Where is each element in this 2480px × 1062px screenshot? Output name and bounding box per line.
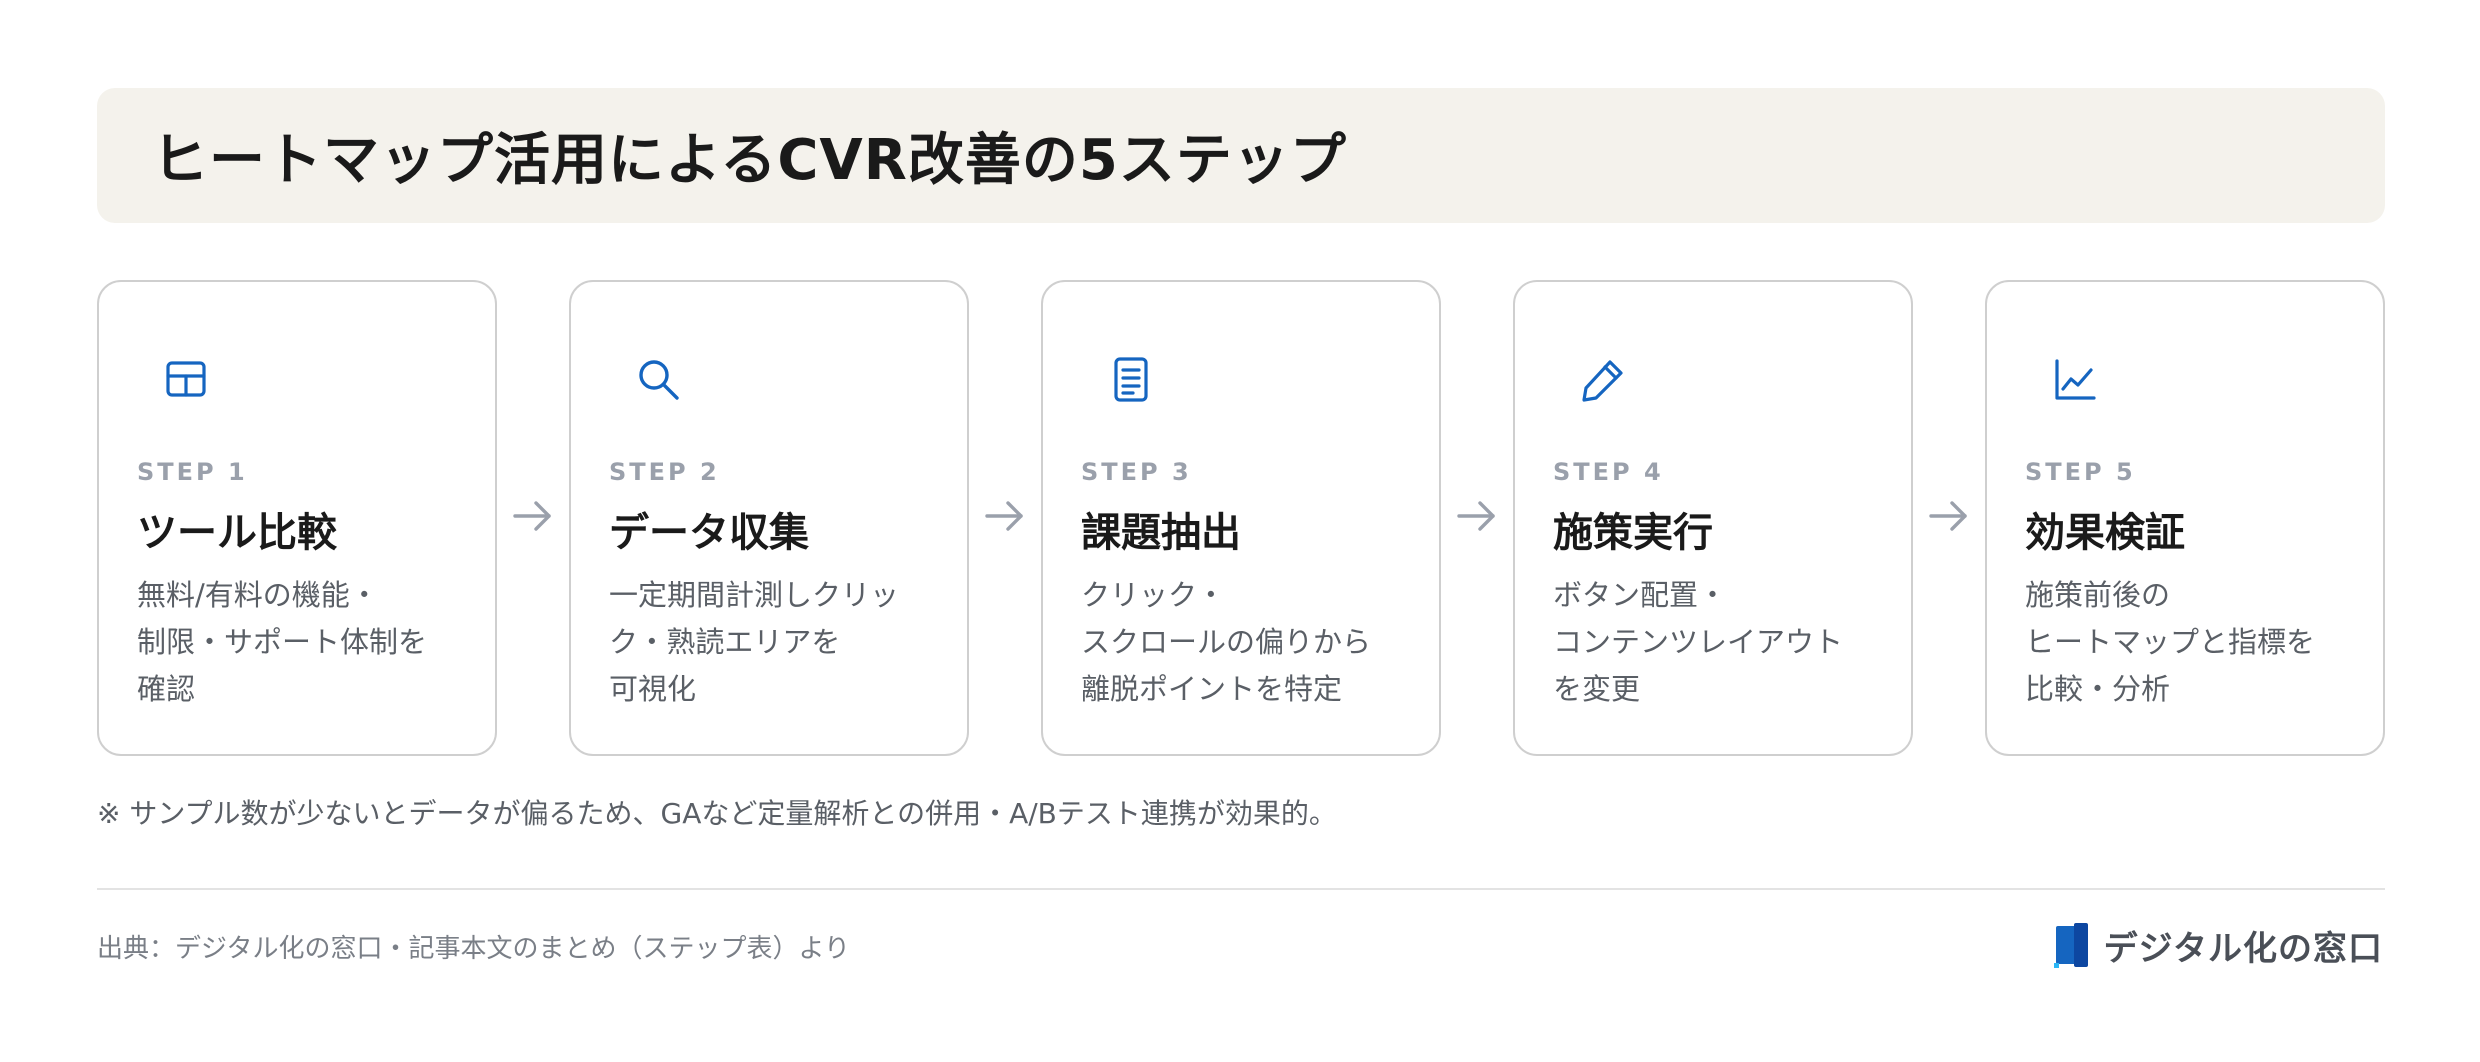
table-icon bbox=[161, 354, 213, 406]
step-label: STEP 2 bbox=[609, 458, 720, 486]
step-title: 課題抽出 bbox=[1081, 510, 1241, 556]
step-card-2: STEP 2 データ収集 一定期間計測しクリッ ク・熟読エリアを 可視化 bbox=[569, 280, 969, 756]
step-card-4: STEP 4 施策実行 ボタン配置・ コンテンツレイアウト を変更 bbox=[1513, 280, 1913, 756]
arrow-right-icon bbox=[1923, 494, 1973, 538]
step-label: STEP 3 bbox=[1081, 458, 1192, 486]
title-band: ヒートマップ活用によるCVR改善の5ステップ bbox=[97, 88, 2385, 223]
step-label: STEP 1 bbox=[137, 458, 248, 486]
step-card-1: STEP 1 ツール比較 無料/有料の機能・ 制限・サポート体制を 確認 bbox=[97, 280, 497, 756]
step-description: クリック・ スクロールの偏りから 離脱ポイントを特定 bbox=[1081, 578, 1372, 706]
brand-name: デジタル化の窓口 bbox=[2103, 928, 2383, 969]
arrow-right-icon bbox=[1451, 494, 1501, 538]
step-title: 効果検証 bbox=[2025, 510, 2185, 556]
page-title: ヒートマップ活用によるCVR改善の5ステップ bbox=[152, 128, 1347, 193]
steps-flow: STEP 1 ツール比較 無料/有料の機能・ 制限・サポート体制を 確認 STE… bbox=[97, 280, 2385, 756]
source-citation: 出典：デジタル化の窓口・記事本文のまとめ（ステップ表）より bbox=[97, 934, 850, 964]
document-icon bbox=[1105, 354, 1157, 406]
divider bbox=[97, 888, 2385, 890]
step-label: STEP 5 bbox=[2025, 458, 2136, 486]
footnote: ※ サンプル数が少ないとデータが偏るため、GAなど定量解析との併用・A/Bテスト… bbox=[97, 797, 1337, 830]
step-title: ツール比較 bbox=[137, 510, 337, 556]
step-card-5: STEP 5 効果検証 施策前後の ヒートマップと指標を 比較・分析 bbox=[1985, 280, 2385, 756]
step-label: STEP 4 bbox=[1553, 458, 1664, 486]
step-description: ボタン配置・ コンテンツレイアウト を変更 bbox=[1553, 578, 1844, 706]
window-logo-icon bbox=[2052, 921, 2092, 969]
step-card-3: STEP 3 課題抽出 クリック・ スクロールの偏りから 離脱ポイントを特定 bbox=[1041, 280, 1441, 756]
arrow-right-icon bbox=[507, 494, 557, 538]
step-description: 無料/有料の機能・ 制限・サポート体制を 確認 bbox=[137, 578, 428, 706]
line-chart-icon bbox=[2049, 354, 2101, 406]
step-description: 一定期間計測しクリッ ク・熟読エリアを 可視化 bbox=[609, 578, 900, 706]
step-description: 施策前後の ヒートマップと指標を 比較・分析 bbox=[2025, 578, 2316, 706]
brand: デジタル化の窓口 bbox=[2052, 920, 2383, 970]
step-title: 施策実行 bbox=[1553, 510, 1713, 556]
step-title: データ収集 bbox=[609, 510, 809, 556]
arrow-right-icon bbox=[979, 494, 1029, 538]
search-icon bbox=[633, 354, 685, 406]
pencil-icon bbox=[1577, 354, 1629, 406]
